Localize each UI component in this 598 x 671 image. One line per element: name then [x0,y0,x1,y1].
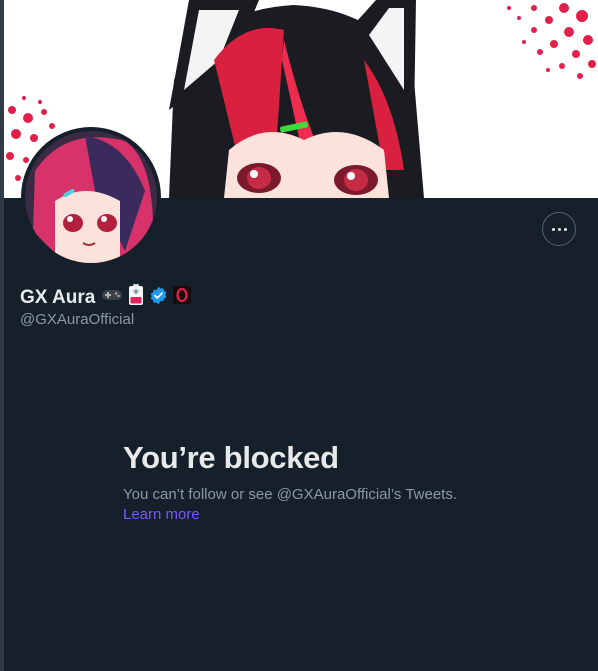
opera-gx-logo-icon [173,286,192,309]
more-dot-icon [557,227,561,231]
profile-avatar[interactable] [21,127,161,267]
battery-icon [128,284,144,311]
blocked-title: You’re blocked [123,440,339,475]
profile-handle: @GXAuraOfficial [20,311,135,328]
gamepad-icon [101,287,123,308]
profile-name-row: GX Aura [20,284,196,311]
learn-more-link[interactable]: Learn more [123,506,200,523]
blocked-description: You can’t follow or see @GXAuraOfficial’… [123,486,458,503]
more-options-button[interactable] [542,212,576,246]
more-dot-icon [563,227,567,231]
more-dot-icon [551,227,555,231]
verified-badge-icon[interactable] [149,286,168,310]
display-name: GX Aura [20,286,96,308]
blocked-notice: You’re blocked You can’t follow or see @… [123,440,543,524]
avatar-image [25,131,157,263]
